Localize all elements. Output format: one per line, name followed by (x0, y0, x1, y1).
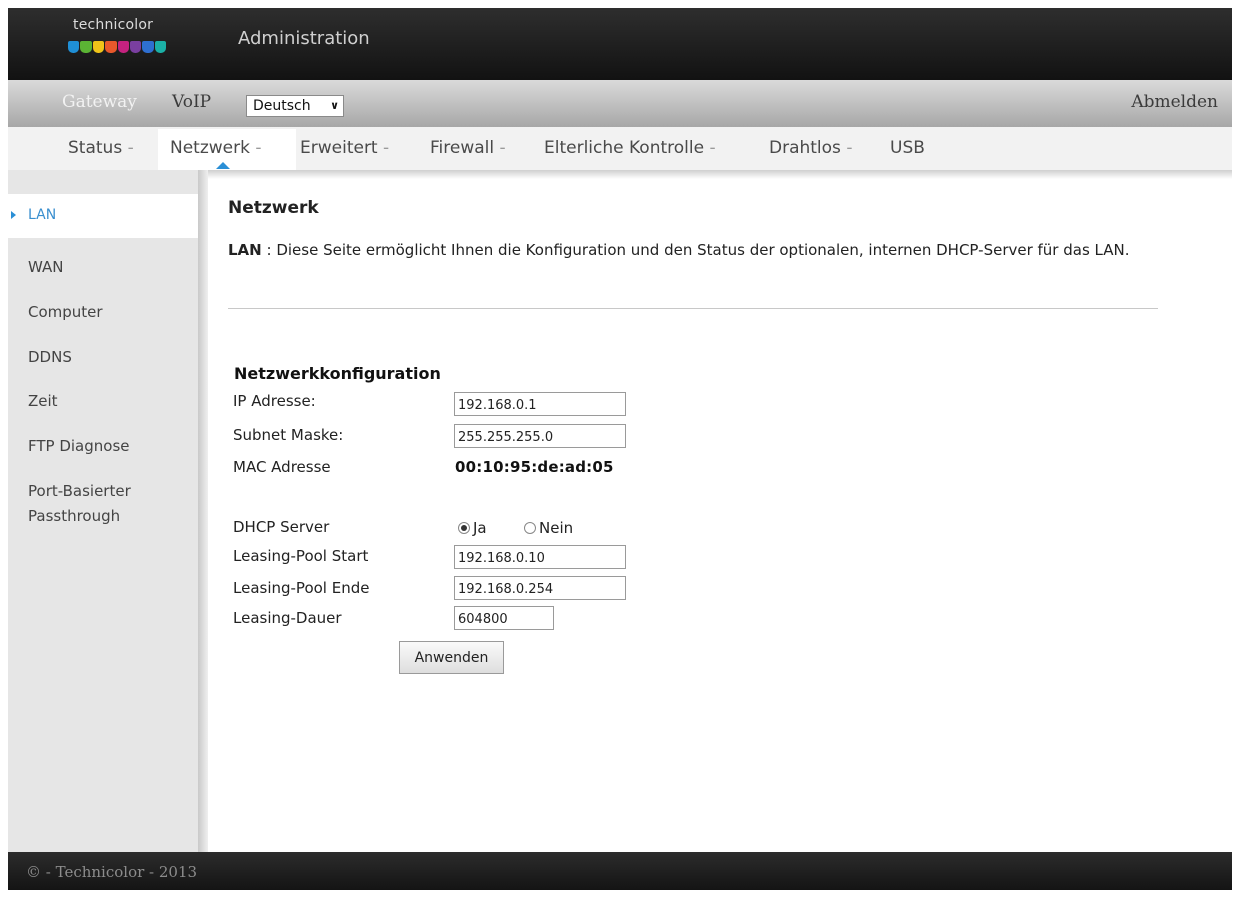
logout-link[interactable]: Abmelden (1131, 92, 1218, 112)
logo-stripe (117, 41, 129, 53)
sidebar-item-port-basierter[interactable]: Port-Basierter (28, 479, 131, 504)
sidebar-item-lan[interactable]: LAN (28, 203, 56, 228)
dhcp-yes-radio[interactable]: Ja (458, 519, 487, 537)
tab-label: Firewall (430, 138, 495, 158)
dhcp-server-label: DHCP Server (233, 518, 330, 536)
tab-label: Status (68, 138, 123, 158)
logo-stripe (142, 41, 154, 53)
sidebar-item-zeit[interactable]: Zeit (28, 389, 58, 414)
tab-label: Drahtlos (769, 138, 841, 158)
description-text: : Diese Seite ermöglicht Ihnen die Konfi… (261, 241, 1130, 259)
ip-address-input[interactable] (454, 392, 626, 416)
sidebar-item-computer[interactable]: Computer (28, 300, 103, 325)
tab-separator: - (840, 138, 853, 158)
sidebar-item-ddns[interactable]: DDNS (28, 345, 72, 370)
footer-bar: © - Technicolor - 2013 (8, 852, 1232, 890)
tab-label: Elterliche Kontrolle (544, 138, 705, 158)
sidebar-item-wan[interactable]: WAN (28, 255, 64, 280)
tab-separator: - (122, 138, 134, 158)
radio-unselected-icon (524, 522, 536, 534)
tab-label: Netzwerk (170, 138, 250, 158)
dhcp-no-radio[interactable]: Nein (524, 519, 573, 537)
sub-nav: Status - Netzwerk - Erweitert - Firewall… (8, 127, 1232, 171)
subnet-mask-label: Subnet Maske: (233, 426, 344, 444)
tab-netzwerk[interactable]: Netzwerk - (170, 138, 262, 158)
nav-voip[interactable]: VoIP (172, 92, 211, 112)
nav-gateway[interactable]: Gateway (62, 92, 137, 112)
tab-drahtlos[interactable]: Drahtlos - (769, 138, 852, 158)
logo-text: technicolor (73, 17, 154, 33)
logo-stripe (105, 41, 117, 53)
active-tab-caret-icon (216, 162, 230, 169)
dhcp-no-label: Nein (539, 519, 574, 537)
sidebar-item-passthrough[interactable]: Passthrough (28, 504, 120, 529)
language-select-value: Deutsch (253, 98, 311, 114)
technicolor-logo: technicolor (66, 17, 176, 57)
tab-separator: - (249, 138, 262, 158)
logo-stripe (154, 41, 166, 53)
sidebar-active-arrow-icon (11, 211, 16, 219)
app-title: Administration (238, 28, 370, 49)
mac-address-value: 00:10:95:de:ad:05 (455, 458, 614, 476)
pool-start-input[interactable] (454, 545, 626, 569)
lease-duration-input[interactable] (454, 606, 554, 630)
language-select[interactable]: Deutsch ∨ (246, 95, 344, 117)
tab-firewall[interactable]: Firewall - (430, 138, 506, 158)
tab-separator: - (704, 138, 716, 158)
sidebar: LAN WAN Computer DDNS Zeit FTP Diagnose … (8, 170, 198, 852)
tab-usb[interactable]: USB (890, 138, 925, 158)
tab-status[interactable]: Status - (68, 138, 134, 158)
pool-end-label: Leasing-Pool Ende (233, 579, 370, 597)
page-description: LAN : Diese Seite ermöglicht Ihnen die K… (228, 238, 1168, 263)
sidebar-edge-shadow (198, 170, 208, 852)
lease-duration-label: Leasing-Dauer (233, 609, 342, 627)
pool-start-label: Leasing-Pool Start (233, 547, 369, 565)
tab-separator: - (377, 138, 390, 158)
tab-erweitert[interactable]: Erweitert - (300, 138, 389, 158)
logo-stripe (68, 41, 80, 53)
subnet-mask-input[interactable] (454, 424, 626, 448)
chevron-down-icon: ∨ (330, 99, 339, 112)
footer-copyright: © - Technicolor - 2013 (26, 863, 198, 881)
main-nav: Gateway VoIP Deutsch ∨ Abmelden (8, 80, 1232, 127)
header-bar: technicolor Administration (8, 8, 1232, 80)
tab-label: USB (890, 138, 925, 158)
logo-stripe (80, 41, 92, 53)
radio-selected-icon (458, 522, 470, 534)
main-content: Netzwerk LAN : Diese Seite ermöglicht Ih… (208, 170, 1232, 852)
logo-stripe (129, 41, 142, 53)
section-title: Netzwerkkonfiguration (234, 364, 441, 383)
tab-label: Erweitert (300, 138, 378, 158)
sidebar-item-ftp-diagnose[interactable]: FTP Diagnose (28, 434, 130, 459)
router-admin-page: technicolor Administration Gateway VoIP … (8, 8, 1232, 890)
apply-button[interactable]: Anwenden (399, 641, 504, 674)
logo-color-bar (68, 41, 166, 53)
tab-elterliche-kontrolle[interactable]: Elterliche Kontrolle - (544, 138, 716, 158)
dhcp-yes-label: Ja (473, 519, 487, 537)
ip-address-label: IP Adresse: (233, 392, 316, 410)
page-title: Netzwerk (228, 198, 319, 218)
divider (228, 308, 1158, 309)
tab-separator: - (494, 138, 506, 158)
pool-end-input[interactable] (454, 576, 626, 600)
mac-address-label: MAC Adresse (233, 458, 331, 476)
logo-stripe (92, 41, 105, 53)
description-label: LAN (228, 241, 262, 259)
